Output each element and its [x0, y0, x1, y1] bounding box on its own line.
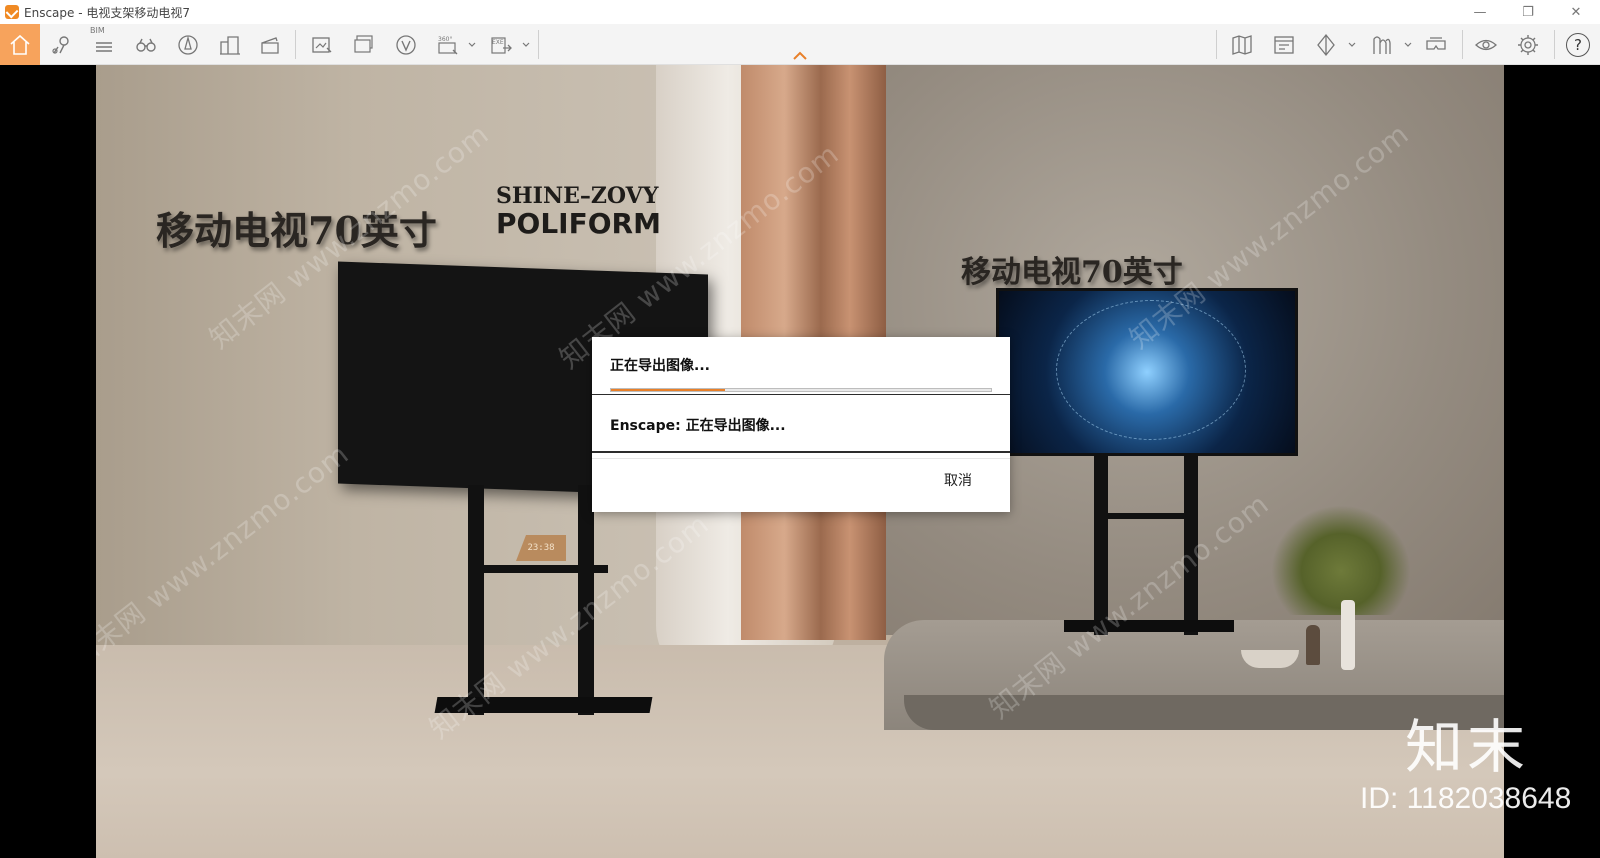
cancel-button[interactable]: 取消: [928, 467, 988, 493]
batch-render-button[interactable]: [344, 24, 384, 65]
plant-leaves: [1271, 505, 1411, 615]
progress-bar: [610, 388, 992, 392]
location-pin-icon: [52, 35, 69, 54]
chevron-down-icon: [1404, 42, 1412, 47]
decor-bowl: [1241, 650, 1299, 668]
batch-render-icon: [354, 34, 373, 53]
toolbar-separator: [1216, 30, 1217, 59]
eye-visual-icon: [1475, 39, 1497, 50]
binoculars-button[interactable]: [126, 24, 166, 65]
chevron-up-icon: [793, 51, 807, 60]
help-icon: ?: [1566, 32, 1590, 57]
dialog-message: Enscape: 正在导出图像...: [610, 418, 786, 434]
panorama-button[interactable]: 360°: [428, 24, 468, 65]
window-title: Enscape - 电视支架移动电视7: [24, 5, 190, 20]
exe-label: EXE: [492, 39, 504, 46]
window-titlebar: Enscape - 电视支架移动电视7 — ❐ ✕: [0, 0, 1600, 24]
window-controls: — ❐ ✕: [1456, 0, 1600, 24]
chevron-down-icon: [522, 42, 530, 47]
section-view-icon: [1317, 33, 1335, 56]
home-button[interactable]: [0, 24, 40, 65]
brand-text-line-1: SHINE–ZOVY: [496, 183, 659, 209]
help-button[interactable]: ?: [1558, 24, 1598, 65]
corner-logo-text: 知末: [1405, 713, 1530, 781]
dialog-title: 正在导出图像...: [610, 358, 710, 374]
toolbar-separator: [1462, 30, 1463, 59]
web-standalone-icon: [396, 34, 416, 55]
vr-headset-icon: [1426, 36, 1446, 50]
chevron-down-icon: [468, 42, 476, 47]
material-dropdown[interactable]: [1402, 24, 1414, 65]
enscape-logo-icon: [5, 5, 19, 19]
progress-bar-fill: [611, 389, 725, 391]
panorama-dropdown[interactable]: [466, 24, 478, 65]
right-sign-text: 移动电视70英寸: [961, 255, 1183, 290]
panorama-360-icon: 360°: [438, 36, 458, 54]
exe-dropdown[interactable]: [520, 24, 532, 65]
location-pin-button[interactable]: [42, 24, 82, 65]
exe-export-button[interactable]: EXE: [482, 24, 522, 65]
section-view-dropdown[interactable]: [1346, 24, 1358, 65]
toolbar-separator: [295, 30, 296, 59]
buildings-button[interactable]: [210, 24, 250, 65]
asset-library-button[interactable]: [1264, 24, 1304, 65]
exe-export-icon: EXE: [491, 36, 512, 54]
buildings-icon: [220, 35, 240, 55]
brand-text-line-2: POLIFORM: [496, 207, 661, 240]
dark-vase: [1306, 625, 1320, 665]
clapperboard-button[interactable]: [250, 24, 290, 65]
settings-button[interactable]: [1508, 24, 1548, 65]
toolbar-separator: [1554, 30, 1555, 59]
close-button[interactable]: ✕: [1552, 0, 1600, 24]
clock-text: 23:38: [527, 543, 555, 553]
light-view-icon: [178, 34, 198, 55]
map-icon: [1232, 34, 1252, 55]
chevron-down-icon: [1348, 42, 1356, 47]
bim-list-icon: [96, 41, 112, 52]
vr-headset-button[interactable]: [1416, 24, 1456, 65]
plant-vase: [1341, 600, 1355, 670]
visual-settings-button[interactable]: [1466, 24, 1506, 65]
material-icon: [1373, 35, 1391, 54]
screenshot-icon: [312, 36, 332, 53]
restore-button[interactable]: ❐: [1504, 0, 1552, 24]
minimize-button[interactable]: —: [1456, 0, 1504, 24]
toolbar-separator: [538, 30, 539, 59]
dialog-divider: [592, 458, 1010, 459]
help-glyph: ?: [1574, 35, 1582, 54]
dialog-message-panel: Enscape: 正在导出图像...: [592, 394, 1010, 453]
web-standalone-button[interactable]: [386, 24, 426, 65]
map-button[interactable]: [1222, 24, 1262, 65]
home-icon: [10, 34, 30, 55]
collapse-toolbar-toggle[interactable]: [790, 48, 810, 64]
corner-id-text: ID: 1182038648: [1360, 782, 1572, 815]
light-view-button[interactable]: [168, 24, 208, 65]
left-stand-shelf: [468, 565, 608, 573]
binoculars-icon: [136, 38, 156, 52]
material-button[interactable]: [1362, 24, 1402, 65]
section-view-button[interactable]: [1306, 24, 1346, 65]
clapperboard-icon: [261, 36, 279, 54]
asset-library-icon: [1274, 35, 1294, 54]
right-stand-shelf: [1094, 513, 1198, 519]
settings-gear-icon: [1518, 34, 1538, 55]
panorama-label: 360°: [438, 36, 452, 43]
screenshot-button[interactable]: [302, 24, 342, 65]
bim-button[interactable]: [84, 24, 124, 65]
